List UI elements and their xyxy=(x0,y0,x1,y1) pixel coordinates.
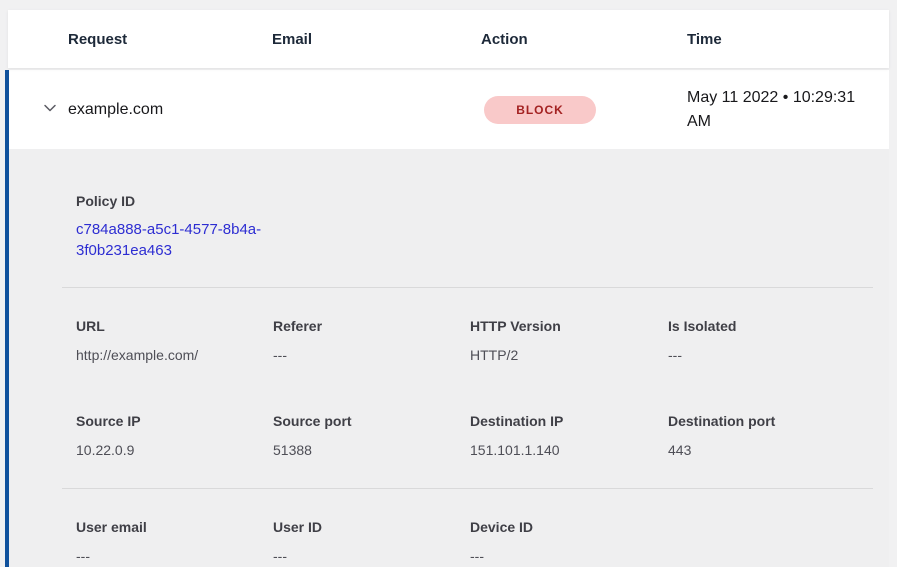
table-header-row: Request Email Action Time xyxy=(8,10,889,68)
log-row[interactable]: example.com BLOCK May 11 2022 • 10:29:31… xyxy=(5,70,889,149)
detail-fields-row-3: User email --- User ID --- Device ID --- xyxy=(76,517,865,566)
policy-id-section: Policy ID c784a888-a5c1-4577-8b4a-3f0b23… xyxy=(76,191,865,261)
field-device-id: Device ID --- xyxy=(470,517,668,566)
field-is-isolated: Is Isolated --- xyxy=(668,316,865,365)
field-label: Destination IP xyxy=(470,411,668,431)
field-value: --- xyxy=(76,546,273,566)
field-destination-ip: Destination IP 151.101.1.140 xyxy=(470,411,668,460)
expander-cell xyxy=(9,98,68,121)
action-block-badge: BLOCK xyxy=(484,96,596,124)
field-value: 151.101.1.140 xyxy=(470,440,668,460)
field-value: http://example.com/ xyxy=(76,345,273,365)
policy-id-link[interactable]: c784a888-a5c1-4577-8b4a-3f0b231ea463 xyxy=(76,219,281,261)
field-value: 443 xyxy=(668,440,865,460)
column-header-request: Request xyxy=(68,31,272,48)
column-header-email: Email xyxy=(272,31,481,48)
field-label: Device ID xyxy=(470,517,668,537)
field-url: URL http://example.com/ xyxy=(76,316,273,365)
divider xyxy=(62,488,873,489)
field-label: Source port xyxy=(273,411,470,431)
field-value: --- xyxy=(668,345,865,365)
chevron-down-icon xyxy=(42,100,58,116)
column-header-action: Action xyxy=(481,31,687,48)
field-label: User ID xyxy=(273,517,470,537)
field-source-ip: Source IP 10.22.0.9 xyxy=(76,411,273,460)
detail-fields-row-1: URL http://example.com/ Referer --- HTTP… xyxy=(76,316,865,365)
field-value: HTTP/2 xyxy=(470,345,668,365)
field-value: --- xyxy=(470,546,668,566)
field-label: Destination port xyxy=(668,411,865,431)
row-expander-button[interactable] xyxy=(40,98,60,118)
field-source-port: Source port 51388 xyxy=(273,411,470,460)
field-label: HTTP Version xyxy=(470,316,668,336)
field-value: --- xyxy=(273,546,470,566)
field-destination-port: Destination port 443 xyxy=(668,411,865,460)
field-http-version: HTTP Version HTTP/2 xyxy=(470,316,668,365)
field-label: Source IP xyxy=(76,411,273,431)
action-cell: BLOCK xyxy=(481,96,687,124)
column-header-time: Time xyxy=(687,31,889,48)
policy-id-label: Policy ID xyxy=(76,191,865,211)
gateway-log-table: Request Email Action Time example.com BL… xyxy=(8,10,889,567)
request-domain: example.com xyxy=(68,101,272,119)
field-value: 10.22.0.9 xyxy=(76,440,273,460)
divider xyxy=(62,287,873,288)
time-value: May 11 2022 • 10:29:31 AM xyxy=(687,86,889,134)
field-label: User email xyxy=(76,517,273,537)
field-user-email: User email --- xyxy=(76,517,273,566)
field-value: 51388 xyxy=(273,440,470,460)
field-label: URL xyxy=(76,316,273,336)
field-user-id: User ID --- xyxy=(273,517,470,566)
field-value: --- xyxy=(273,345,470,365)
log-detail-panel: Policy ID c784a888-a5c1-4577-8b4a-3f0b23… xyxy=(5,149,889,567)
field-label: Is Isolated xyxy=(668,316,865,336)
field-label: Referer xyxy=(273,316,470,336)
detail-fields-row-2: Source IP 10.22.0.9 Source port 51388 De… xyxy=(76,411,865,460)
field-referer: Referer --- xyxy=(273,316,470,365)
